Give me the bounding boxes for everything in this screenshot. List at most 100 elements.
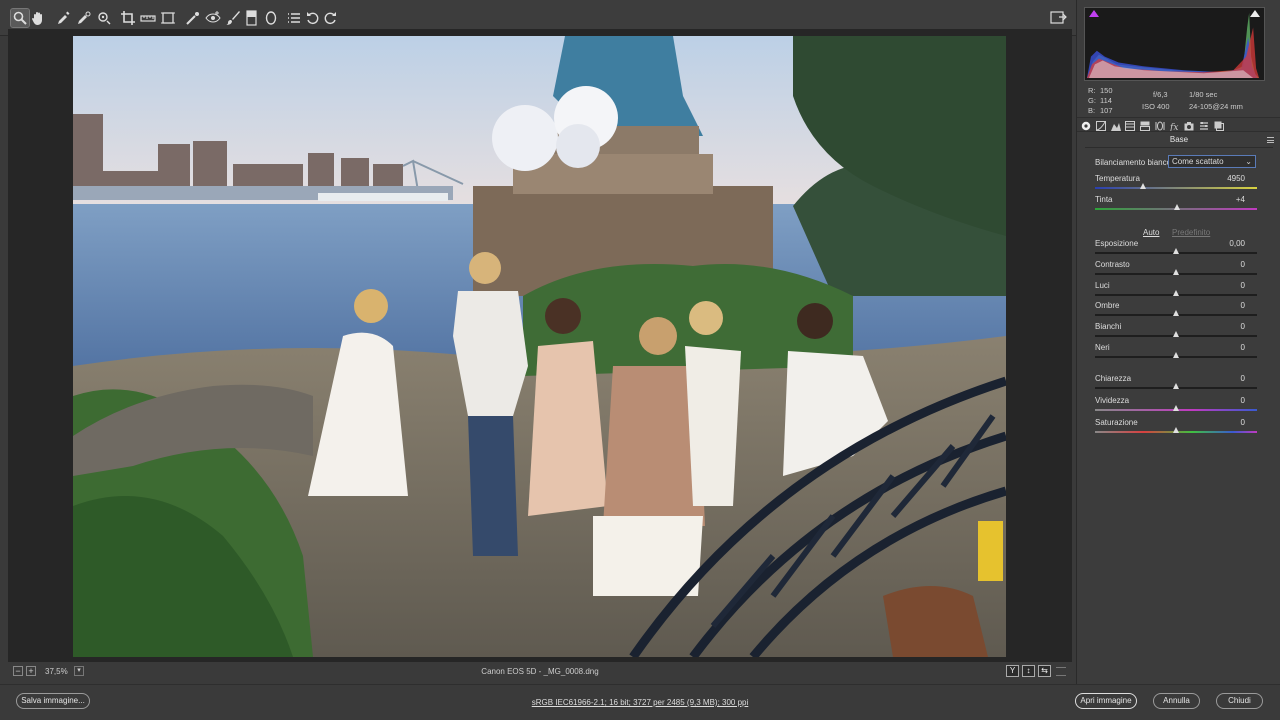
saturazione-value[interactable]: 0: [1241, 418, 1245, 427]
blue-value: 107: [1100, 106, 1113, 115]
workflow-options-link[interactable]: sRGB IEC61966-2.1; 16 bit; 3727 per 2485…: [532, 698, 749, 707]
lens-info: 24-105@24 mm: [1189, 102, 1243, 111]
contrasto-slider[interactable]: Contrasto 0: [1095, 260, 1257, 280]
chiarezza-thumb[interactable]: [1172, 383, 1179, 389]
red-value: 150: [1100, 86, 1113, 95]
temperatura-label: Temperatura: [1095, 174, 1140, 183]
ombre-slider[interactable]: Ombre 0: [1095, 301, 1257, 321]
chiarezza-slider[interactable]: Chiarezza 0: [1095, 374, 1257, 394]
esposizione-value[interactable]: 0,00: [1229, 239, 1245, 248]
temperatura-slider[interactable]: Temperatura 4950: [1095, 174, 1257, 194]
hsl-icon[interactable]: [1124, 120, 1135, 131]
rotate-cw-icon[interactable]: [321, 9, 339, 27]
temperatura-value[interactable]: 4950: [1227, 174, 1245, 183]
copy-settings-button[interactable]: ⇆: [1038, 665, 1051, 677]
detail-icon[interactable]: [1110, 120, 1121, 131]
file-name: Canon EOS 5D - _MG_0008.dng: [481, 667, 599, 676]
bianchi-label: Bianchi: [1095, 322, 1122, 331]
panel-tabs: fx: [1077, 117, 1280, 132]
effects-icon[interactable]: fx: [1169, 120, 1180, 131]
camera-calibration-icon[interactable]: [1183, 120, 1194, 131]
swap-settings-button[interactable]: ↕: [1022, 665, 1035, 677]
neri-value[interactable]: 0: [1241, 343, 1245, 352]
luci-label: Luci: [1095, 281, 1110, 290]
neri-label: Neri: [1095, 343, 1110, 352]
done-button[interactable]: Chiudi: [1216, 693, 1263, 709]
snapshots-icon[interactable]: [1213, 120, 1224, 131]
status-bar: − + 37,5% ▾ Canon EOS 5D - _MG_0008.dng …: [8, 662, 1072, 682]
contrasto-value[interactable]: 0: [1241, 260, 1245, 269]
list-icon[interactable]: [285, 9, 303, 27]
open-image-button[interactable]: Apri immagine: [1075, 693, 1137, 709]
saturazione-slider[interactable]: Saturazione 0: [1095, 418, 1257, 438]
contrasto-thumb[interactable]: [1172, 269, 1179, 275]
chiarezza-label: Chiarezza: [1095, 374, 1132, 383]
tinta-value[interactable]: +4: [1236, 195, 1245, 204]
eyedropper-icon[interactable]: [55, 9, 73, 27]
bianchi-slider[interactable]: Bianchi 0: [1095, 322, 1257, 342]
temperatura-track[interactable]: [1095, 187, 1257, 189]
ombre-thumb[interactable]: [1172, 310, 1179, 316]
shadow-clipping-warning-icon[interactable]: [1089, 10, 1099, 17]
adjustments-panel: R: 150 G: 114 B: 107 f/6,3 1/80 sec ISO 400…: [1076, 0, 1280, 684]
panel-title: Base: [1169, 135, 1189, 144]
hand-icon[interactable]: [29, 9, 47, 27]
default-button[interactable]: Predefinito: [1172, 228, 1210, 237]
tinta-slider[interactable]: Tinta +4: [1095, 195, 1257, 215]
lens-icon[interactable]: [1154, 120, 1165, 131]
photo-preview[interactable]: [73, 36, 1006, 657]
split-toning-icon[interactable]: [1139, 120, 1150, 131]
auto-button[interactable]: Auto: [1143, 228, 1159, 237]
toggle-fullscreen-icon[interactable]: [1050, 10, 1068, 26]
vividezza-value[interactable]: 0: [1241, 396, 1245, 405]
rotate-ccw-icon[interactable]: [304, 9, 322, 27]
graduated-filter-icon[interactable]: [243, 9, 261, 27]
white-balance-label: Bilanciamento bianco:: [1095, 158, 1174, 167]
esposizione-slider[interactable]: Esposizione 0,00: [1095, 239, 1257, 259]
bianchi-thumb[interactable]: [1172, 331, 1179, 337]
temperatura-thumb[interactable]: [1140, 183, 1147, 189]
blue-label: B:: [1088, 106, 1096, 115]
spot-removal-icon[interactable]: [184, 9, 202, 27]
vividezza-slider[interactable]: Vividezza 0: [1095, 396, 1257, 416]
crop-icon[interactable]: [119, 9, 137, 27]
presets-icon[interactable]: [1198, 120, 1209, 131]
luci-thumb[interactable]: [1172, 290, 1179, 296]
divider: [1085, 147, 1273, 148]
view-options-icon[interactable]: [1056, 667, 1066, 676]
green-value: 114: [1100, 96, 1112, 105]
vividezza-thumb[interactable]: [1172, 405, 1179, 411]
red-eye-icon[interactable]: [204, 9, 222, 27]
white-balance-select[interactable]: Come scattato ⌄: [1168, 155, 1256, 168]
luci-slider[interactable]: Luci 0: [1095, 281, 1257, 301]
target-adjust-icon[interactable]: [95, 9, 113, 27]
saturazione-thumb[interactable]: [1172, 427, 1179, 433]
chevron-down-icon: ⌄: [1245, 157, 1252, 166]
bianchi-value[interactable]: 0: [1241, 322, 1245, 331]
tone-curve-icon[interactable]: [1095, 120, 1106, 131]
image-canvas[interactable]: [8, 29, 1072, 662]
red-label: R:: [1088, 86, 1096, 95]
luci-value[interactable]: 0: [1241, 281, 1245, 290]
color-sampler-icon[interactable]: [75, 9, 93, 27]
brush-icon[interactable]: [224, 9, 242, 27]
before-after-toggle-button[interactable]: Y: [1006, 665, 1019, 677]
esposizione-thumb[interactable]: [1172, 248, 1179, 254]
tinta-thumb[interactable]: [1174, 204, 1181, 210]
straighten-icon[interactable]: [139, 9, 157, 27]
ombre-label: Ombre: [1095, 301, 1120, 310]
vividezza-label: Vividezza: [1095, 396, 1130, 405]
white-balance-value: Come scattato: [1172, 157, 1224, 166]
ombre-value[interactable]: 0: [1241, 301, 1245, 310]
chiarezza-value[interactable]: 0: [1241, 374, 1245, 383]
cancel-button[interactable]: Annulla: [1153, 693, 1200, 709]
neri-thumb[interactable]: [1172, 352, 1179, 358]
transform-icon[interactable]: [159, 9, 177, 27]
radial-filter-icon[interactable]: [262, 9, 280, 27]
highlight-clipping-warning-icon[interactable]: [1250, 10, 1260, 17]
basic-icon[interactable]: [1080, 120, 1091, 131]
saturazione-label: Saturazione: [1095, 418, 1138, 427]
magnifier-icon[interactable]: [10, 8, 30, 28]
neri-slider[interactable]: Neri 0: [1095, 343, 1257, 363]
tinta-label: Tinta: [1095, 195, 1113, 204]
